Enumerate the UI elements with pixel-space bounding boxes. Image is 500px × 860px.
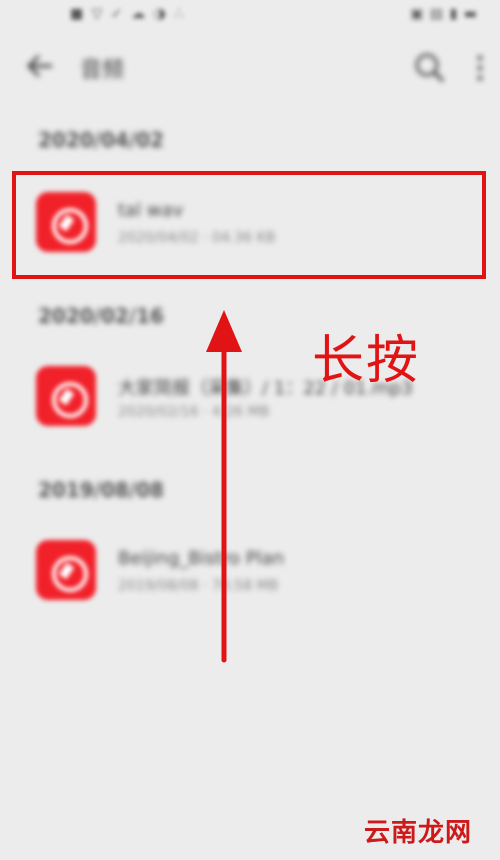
more-vertical-icon[interactable] bbox=[470, 48, 490, 88]
long-press-label: 长按 bbox=[312, 331, 421, 391]
status-bar-right-icons: ▣ ▤ ▮ ▬ bbox=[410, 6, 478, 22]
section-date-header: 2020/04/02 bbox=[38, 128, 164, 152]
file-name: Beijing_Bistro Plan bbox=[118, 548, 285, 569]
file-list-item[interactable]: 大家简报（采集）/ 1：22 / 01.mp3 2020/02/16 · 4.2… bbox=[30, 356, 490, 436]
file-list-item[interactable]: Beijing_Bistro Plan 2019/08/08 · 70.58 M… bbox=[30, 530, 490, 610]
page-title: 音频 bbox=[80, 58, 125, 83]
section-date-header: 2019/08/08 bbox=[38, 478, 164, 502]
highlight-box bbox=[12, 171, 486, 279]
search-icon[interactable] bbox=[410, 48, 450, 88]
audio-file-icon bbox=[36, 366, 96, 426]
status-bar: ■ ▽ ✓ ☁ ◑ ∴ ▣ ▤ ▮ ▬ bbox=[0, 0, 500, 34]
app-bar: 音频 bbox=[0, 36, 500, 100]
section-date-header: 2020/02/16 bbox=[38, 304, 164, 328]
watermark-logo: 云南龙网 bbox=[364, 818, 473, 848]
audio-file-icon bbox=[36, 540, 96, 600]
file-meta: 2020/02/16 · 4.26 MB bbox=[118, 404, 270, 420]
arrow-left-icon[interactable] bbox=[22, 48, 58, 84]
status-bar-left-icons: ■ ▽ ✓ ☁ ◑ ∴ bbox=[70, 6, 186, 22]
file-meta: 2019/08/08 · 70.58 MB bbox=[118, 578, 279, 594]
